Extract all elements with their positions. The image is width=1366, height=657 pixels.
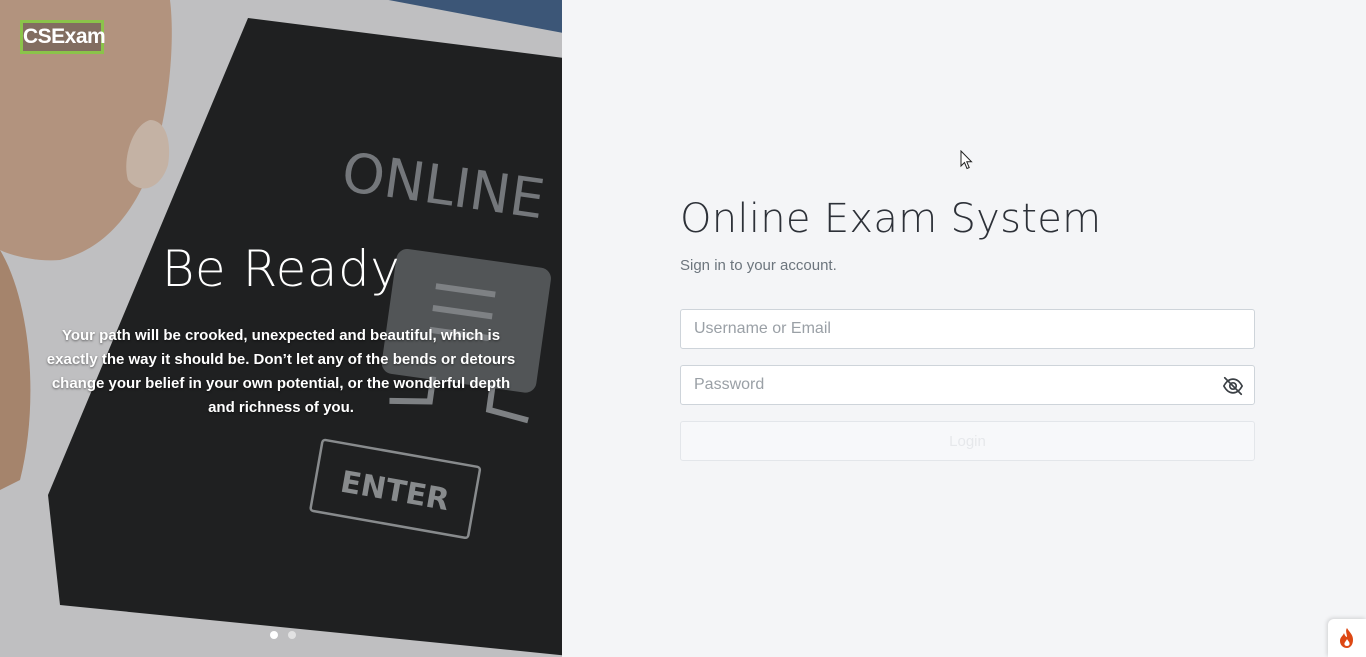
eye-slash-icon[interactable] [1222,375,1244,397]
hero-quote: Your path will be crooked, unexpected an… [46,327,516,416]
flame-icon [1340,628,1353,648]
hero-title: Be Ready [161,240,401,298]
page-title: Online Exam System [680,196,1102,242]
login-button[interactable]: Login [680,421,1255,461]
password-field [680,365,1255,405]
username-field [680,309,1255,349]
framework-badge[interactable] [1328,619,1366,657]
login-subtitle: Sign in to your account. [680,257,837,274]
carousel-dot-2[interactable] [288,631,296,639]
password-input[interactable] [681,366,1254,404]
carousel-dot-1[interactable] [270,631,278,639]
username-input[interactable] [681,310,1254,348]
hero-carousel: ONLINE T ENTER CSExam Be Ready Your path… [0,0,562,657]
cs-exam-logo[interactable]: CSExam [20,20,106,54]
carousel-indicators [270,631,296,639]
mouse-pointer-icon [960,150,973,170]
